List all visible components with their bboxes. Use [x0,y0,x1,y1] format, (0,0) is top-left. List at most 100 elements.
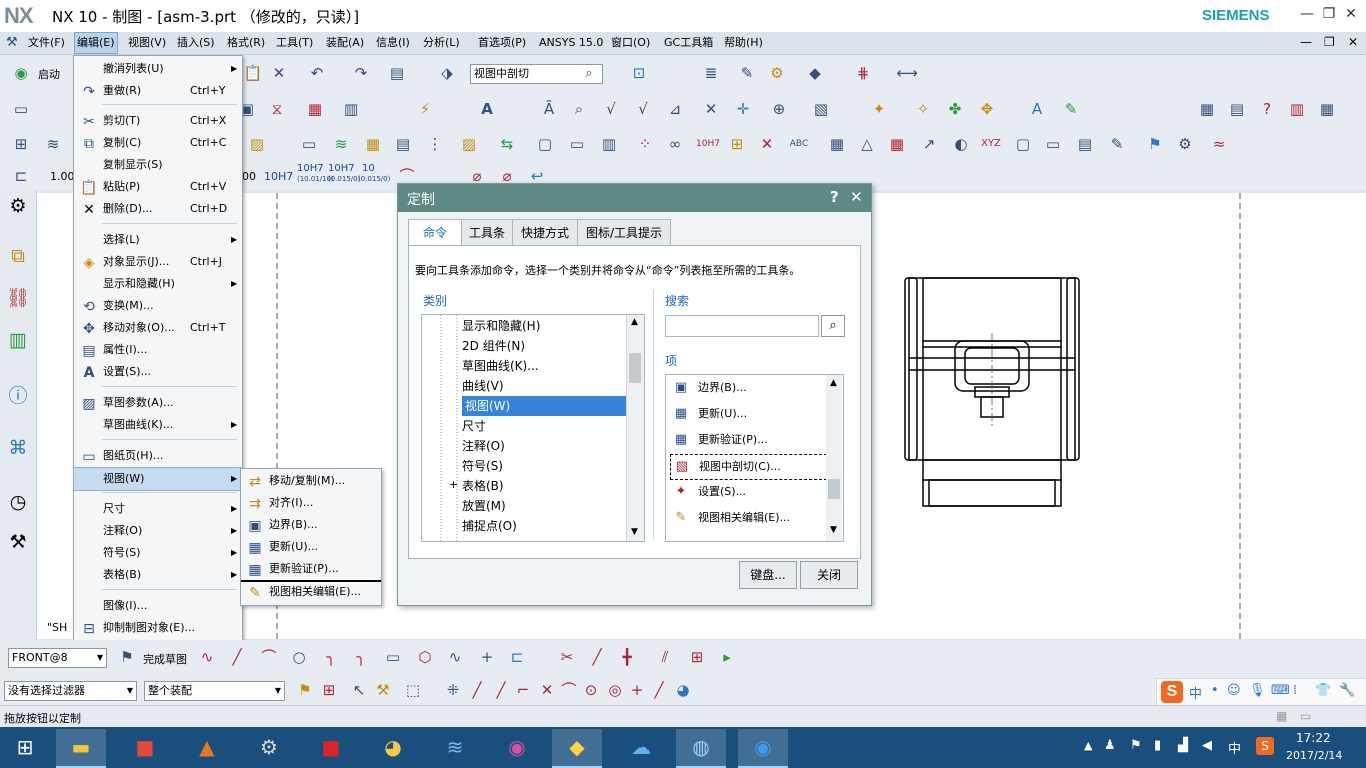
menu-item-image[interactable]: 图像(I)... [74,595,242,617]
menu-item-cut[interactable]: ✂ 剪切(T) Ctrl+X [74,110,242,132]
menu-analysis[interactable]: 分析(L) [421,32,462,54]
menu-format[interactable]: 格式(R) [225,32,267,54]
status-icon-2[interactable]: ▭ [1300,709,1311,723]
menu-assembly[interactable]: 装配(A) [324,32,366,54]
start-icon[interactable]: ◉ [10,62,32,84]
table-edit-icon[interactable]: ▦ [1316,98,1338,120]
select-assembly-icon[interactable]: ⚒ [372,679,394,701]
abc-dimension-icon[interactable]: ABC [788,133,810,155]
tol-label-2[interactable]: 10H7 [297,163,324,174]
category-item[interactable]: 显示和隐藏(H) [462,316,540,336]
category-item[interactable]: 注释(O) [462,436,505,456]
web-icon[interactable]: ⌘ [4,434,32,462]
category-item[interactable]: 2D 组件(N) [462,336,525,356]
menu-gc-toolbox[interactable]: GC工具箱 [662,32,715,54]
leader-icon[interactable]: ↗ [918,133,940,155]
menu-ansys[interactable]: ANSYS 15.0 [537,32,605,54]
projected-view-icon[interactable]: ▥ [340,98,362,120]
camera-icon[interactable]: ◉ [492,729,542,766]
menu-item-dimension[interactable]: 尺寸 ▶ [74,498,242,520]
category-item[interactable]: 曲线(V) [462,376,504,396]
scroll-down-icon[interactable]: ▼ [830,525,837,535]
category-item[interactable]: 尺寸 [462,416,486,436]
label-icon[interactable]: Ā [538,98,560,120]
menu-item-undo-list[interactable]: 撤消列表(U) ▶ [74,58,242,80]
dimension-constraint-icon[interactable]: ▸ [716,646,738,668]
line-icon[interactable]: ╱ [226,646,248,668]
brush-icon[interactable]: ✎ [1106,133,1128,155]
blank-box-icon[interactable]: ▢ [1012,133,1034,155]
menu-help[interactable]: 帮助(H) [722,32,765,54]
cross-icon[interactable]: ✕ [700,98,722,120]
fit-view-icon[interactable]: ⊡ [628,62,650,84]
undo-icon[interactable]: ↶ [306,62,328,84]
menu-item-symbol[interactable]: 符号(S) ▶ [74,542,242,564]
scale-icon[interactable]: ⊏ [10,165,32,187]
tray-user-icon[interactable]: ♟ [1104,738,1116,753]
tol-label-3[interactable]: 10H7 [328,163,355,174]
nx-taskbar-icon[interactable]: ◆ [552,729,602,768]
datum-icon[interactable]: ⊿ [664,98,686,120]
category-item[interactable]: 符号(S) [462,456,503,476]
note-icon[interactable]: A [476,98,498,120]
ime-mode-icon[interactable]: 中 [1189,683,1202,702]
part-navigator-icon[interactable]: ⧉ [4,242,32,270]
menu-item-copy-display[interactable]: 复制显示(S) [74,154,242,176]
tab-toolbars[interactable]: 工具条 [461,219,513,246]
rectangle-select-icon[interactable]: ⬚ [402,679,424,701]
tabular-note-icon[interactable]: ? [1256,98,1278,120]
constraint-icon[interactable]: ⊞ [686,646,708,668]
snap-control-icon[interactable]: ⌐ [512,679,534,701]
menu-item-view[interactable]: 视图(W) ▶ [74,467,242,491]
scale-value[interactable]: 1.00 [50,170,75,183]
menu-insert[interactable]: 插入(S) [175,32,217,54]
fillet-icon[interactable]: ╮ [320,646,342,668]
gear-icon[interactable]: ⚙ [4,192,32,220]
menu-item-annotation[interactable]: 注释(O) ▶ [74,520,242,542]
menu-item-copy[interactable]: ⧉ 复制(C) Ctrl+C [74,132,242,154]
submenu-item-align[interactable]: ⇉ 对齐(I)... [241,492,381,514]
select-arrow-icon[interactable]: ↖ [348,679,370,701]
paste-toolbar-icon[interactable]: 📋 [242,62,264,84]
parts-list-icon[interactable]: ▤ [1226,98,1248,120]
type-filter-combo[interactable]: 没有选择过滤器 ▼ [4,681,137,701]
center-mark-icon[interactable]: ⊕ [768,98,790,120]
extend-icon[interactable]: ╱ [586,646,608,668]
submenu-item-update-verify[interactable]: ▦ 更新验证(P)... [241,558,381,582]
view-select-combo[interactable]: FRONT@8 ▼ [8,648,107,668]
tray-sogou-icon[interactable]: S [1256,737,1274,755]
search-button[interactable]: ⌕ [821,315,845,337]
trim-icon[interactable]: ✂ [556,646,578,668]
layer-icon[interactable]: ≣ [700,62,722,84]
matlab-icon[interactable]: ▲ [182,729,232,766]
menu-tools[interactable]: 工具(T) [274,32,315,54]
table-icon[interactable]: ▦ [1196,98,1218,120]
update-views-icon[interactable]: ⚡ [414,98,436,120]
detail-view-icon[interactable]: ▦ [304,98,326,120]
scroll-up-icon[interactable]: ▲ [631,317,638,327]
select-feature-icon[interactable]: ⊞ [318,679,340,701]
sheet-c-icon[interactable]: ▭ [1042,133,1064,155]
mirror-icon[interactable]: ⫽ [654,646,676,668]
border-icon[interactable]: ▭ [566,133,588,155]
command-item-settings[interactable]: ✦ 设置(S)... [670,480,825,504]
solidworks-icon[interactable]: ■ [306,729,356,766]
submenu-item-view-dependent-edit[interactable]: ✎ 视图相关编辑(E)... [241,581,381,603]
dialog-close-icon[interactable]: ✕ [850,188,863,206]
menu-item-transform[interactable]: ⟲ 变换(M)... [74,295,242,317]
list-icon[interactable]: ▤ [392,133,414,155]
menu-preferences[interactable]: 首选项(P) [476,32,528,54]
skin-icon[interactable]: 👕 [1315,683,1331,698]
drawing-icon[interactable]: ▦ [362,133,384,155]
table-x-icon[interactable]: ▦ [826,133,848,155]
category-item-selected[interactable]: 视图(W) [462,396,627,416]
menu-item-table[interactable]: 表格(B) ▶ [74,564,242,586]
dialog-title-bar[interactable]: 定制 ? ✕ [398,184,871,212]
corner-icon[interactable]: ╋ [616,646,638,668]
category-item[interactable]: 表格(B) [462,476,504,496]
menu-info[interactable]: 信息(I) [374,32,412,54]
tray-battery-icon[interactable]: ▮ [1154,738,1161,753]
weld-symbol-icon[interactable]: ✥ [976,98,998,120]
command-item-view-dependent-edit[interactable]: ✎ 视图相关编辑(E)... [670,506,825,530]
minimize-button[interactable]: — [1296,4,1318,24]
